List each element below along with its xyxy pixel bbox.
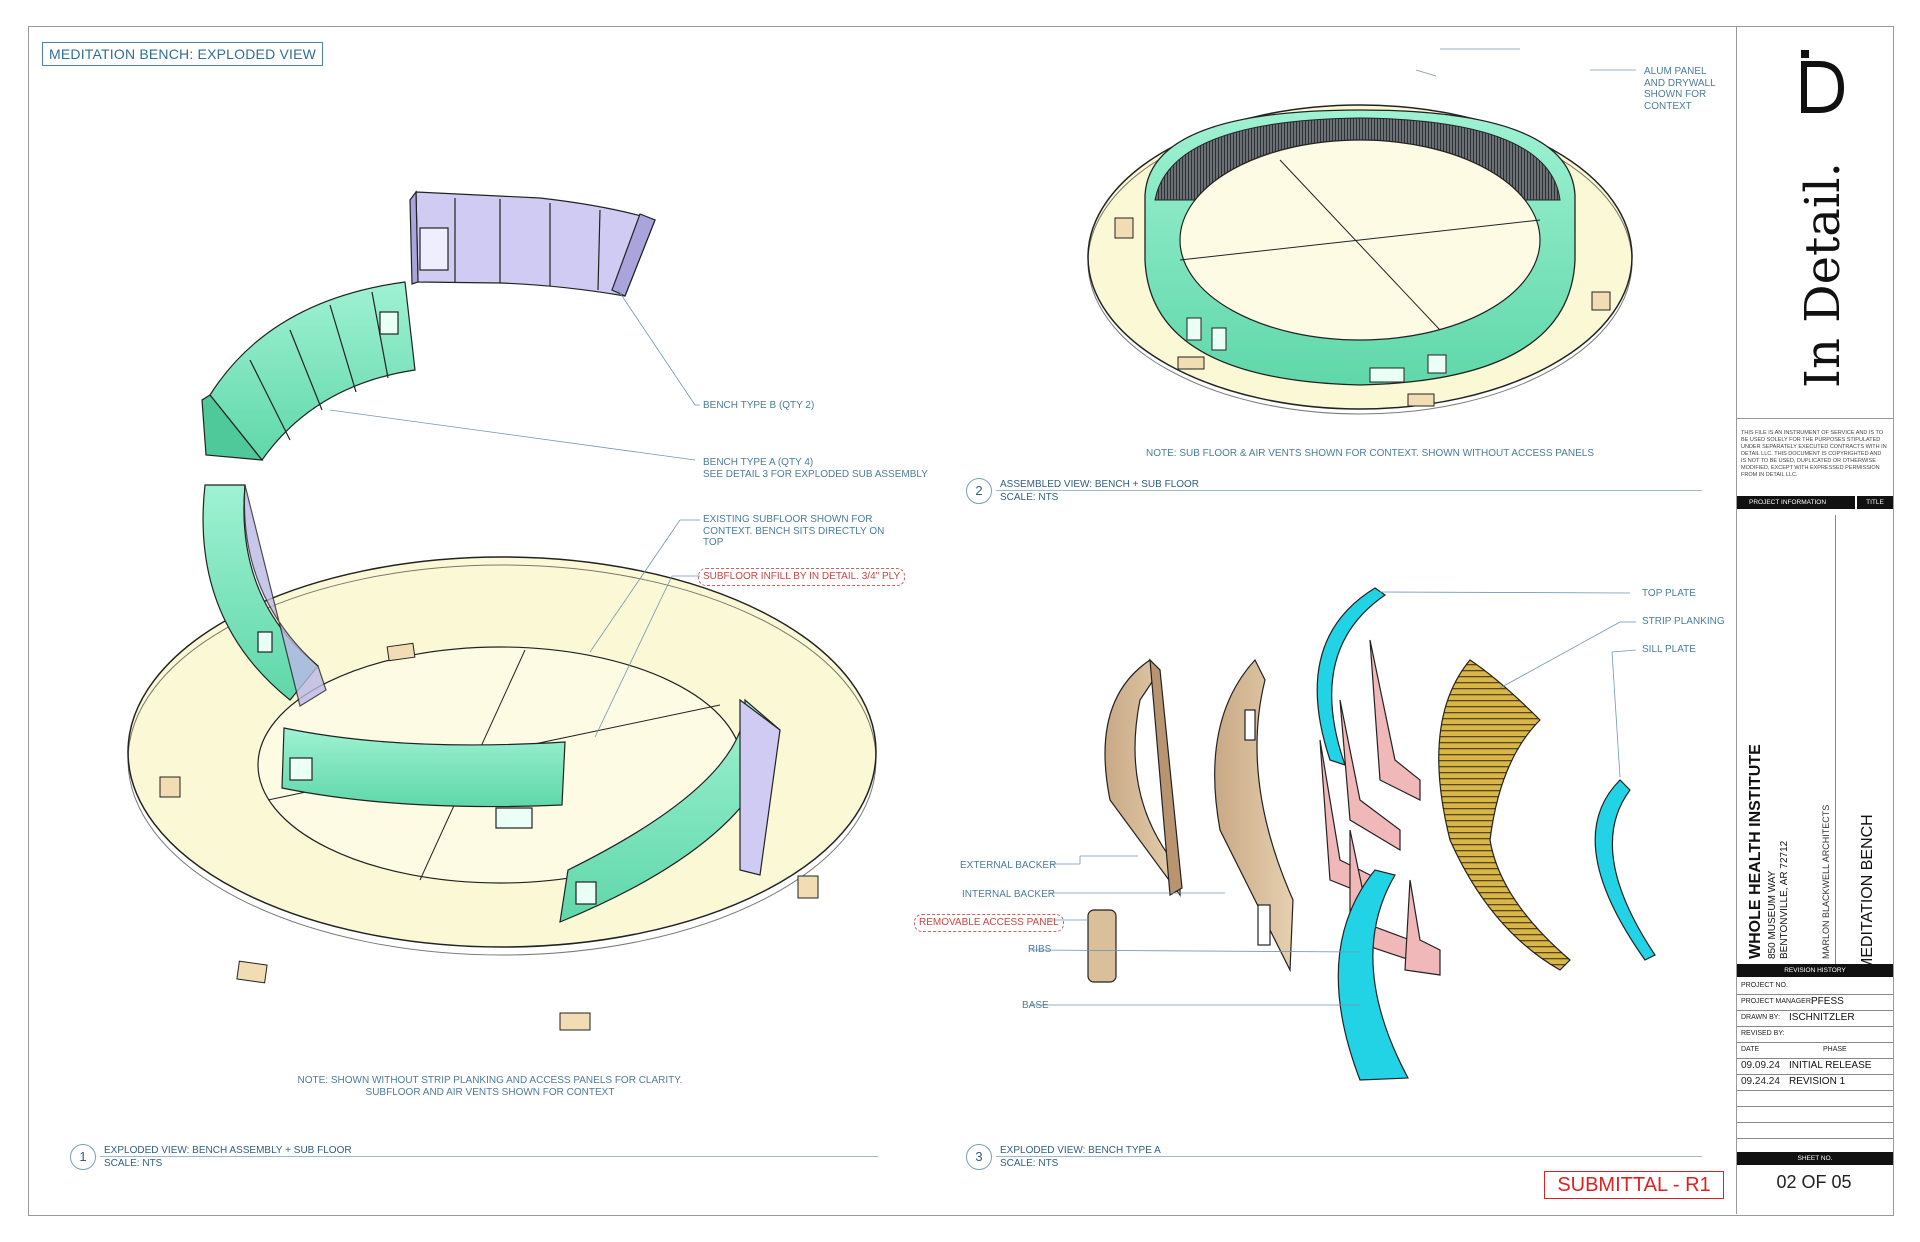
phase-column-label: PHASE — [1823, 1046, 1847, 1053]
air-vent — [236, 960, 268, 984]
callout-alum-line2: AND DRYWALL — [1644, 77, 1716, 89]
callout-internal-backer: INTERNAL BACKER — [962, 889, 1055, 900]
logo-wordmark: In Detail. — [1795, 162, 1851, 388]
project-name: WHOLE HEALTH INSTITUTE — [1747, 744, 1764, 959]
view1-label: EXPLODED VIEW: BENCH ASSEMBLY + SUB FLOO… — [104, 1144, 352, 1170]
revision-row-empty — [1737, 1090, 1893, 1107]
revision-history-header: REVISION HISTORY — [1737, 964, 1893, 977]
internal-backer — [1214, 658, 1294, 973]
sheet-no-header: SHEET NO. — [1737, 1152, 1893, 1165]
revision-phase: INITIAL RELEASE — [1789, 1060, 1872, 1071]
revision-row: 09.24.24 REVISION 1 — [1737, 1074, 1893, 1091]
view2-title-rule — [996, 490, 1702, 491]
callout-alum-line4: CONTEXT — [1644, 100, 1692, 112]
project-info-label: PROJECT INFORMATION — [1749, 499, 1827, 506]
view3-title-rule — [996, 1156, 1702, 1157]
revision-row-empty — [1737, 1122, 1893, 1139]
project-info-panel: WHOLE HEALTH INSTITUTE 850 MUSEUM WAY BE… — [1737, 511, 1893, 976]
title-block: In Detail. THIS FILE IS AN INSTRUMENT OF… — [1736, 26, 1893, 1214]
view2-number: 2 — [966, 478, 992, 504]
callout-removable-access-panel: REMOVABLE ACCESS PANEL — [914, 914, 1064, 932]
project-address-2: BENTONVILLE, AR 72712 — [1779, 840, 1790, 959]
sill-plate — [1594, 779, 1656, 961]
drawing-canvas — [127, 48, 1656, 1081]
callout-top-plate: TOP PLATE — [1642, 588, 1696, 599]
project-info-header: PROJECT INFORMATION — [1737, 496, 1855, 509]
revised-by-row: REVISED BY: — [1737, 1026, 1893, 1043]
callout-existing-subfloor: EXISTING SUBFLOOR SHOWN FOR CONTEXT. BEN… — [703, 514, 884, 549]
drawing-title: MEDITATION BENCH — [1859, 814, 1876, 971]
view1-drawing — [127, 190, 877, 1031]
callout-bench-type-a-line2: SEE DETAIL 3 FOR EXPLODED SUB ASSEMBLY — [703, 468, 928, 480]
architect-name: MARLON BLACKWELL ARCHITECTS — [1821, 804, 1831, 959]
view3-scale: SCALE: NTS — [1000, 1158, 1059, 1169]
revised-by-label: REVISED BY: — [1741, 1030, 1785, 1037]
project-manager-value: PFESS — [1811, 996, 1844, 1007]
callout-alum-panel: ALUM PANEL AND DRYWALL SHOWN FOR CONTEXT — [1644, 66, 1716, 112]
callout-subfloor-line2: CONTEXT. BENCH SITS DIRECTLY ON — [703, 525, 885, 537]
air-vent — [386, 642, 416, 662]
view1-number: 1 — [70, 1144, 96, 1170]
drawn-by-row: DRAWN BY: ISCHNITZLER — [1737, 1010, 1893, 1027]
strip-planking — [1438, 659, 1571, 971]
project-manager-row: PROJECT MANAGER: PFESS — [1737, 994, 1893, 1011]
project-manager-label: PROJECT MANAGER: — [1741, 998, 1813, 1005]
in-detail-logo-icon — [1801, 50, 1845, 113]
project-address-1: 850 MUSEUM WAY — [1767, 870, 1778, 959]
air-vent — [159, 776, 181, 798]
view1-note: NOTE: SHOWN WITHOUT STRIP PLANKING AND A… — [240, 1075, 740, 1099]
callout-subfloor-infill: SUBFLOOR INFILL BY IN DETAIL. 3/4" PLY — [698, 568, 906, 586]
revision-row: 09.09.24 INITIAL RELEASE — [1737, 1058, 1893, 1075]
air-vent — [797, 875, 819, 899]
project-no-row: PROJECT NO. — [1737, 978, 1893, 995]
view2-drawing — [1087, 104, 1633, 415]
callout-sill-plate: SILL PLATE — [1642, 644, 1696, 655]
title-header: TITLE — [1857, 496, 1893, 509]
callout-subfloor-line1: EXISTING SUBFLOOR SHOWN FOR — [703, 514, 873, 525]
view2-scale: SCALE: NTS — [1000, 492, 1059, 503]
project-no-label: PROJECT NO. — [1741, 982, 1788, 989]
removable-access-panel — [1087, 909, 1117, 983]
callout-bench-type-a: BENCH TYPE A (QTY 4) SEE DETAIL 3 FOR EX… — [703, 457, 928, 480]
view3-drawing — [1087, 587, 1656, 1081]
revision-date: 09.24.24 — [1741, 1076, 1780, 1087]
air-vent — [559, 1012, 591, 1031]
ribs — [1319, 639, 1441, 976]
revision-row-empty — [1737, 1106, 1893, 1123]
view2-note: NOTE: SUB FLOOR & AIR VENTS SHOWN FOR CO… — [1145, 448, 1595, 459]
bench-type-a-upper — [201, 281, 416, 461]
callout-ribs: RIBS — [1028, 944, 1052, 955]
view1-scale: SCALE: NTS — [104, 1158, 163, 1169]
drawn-by-label: DRAWN BY: — [1741, 1014, 1781, 1021]
callout-bench-type-a-line1: BENCH TYPE A (QTY 4) — [703, 457, 814, 468]
view1-title-rule — [100, 1156, 878, 1157]
sheet-number: 02 OF 05 — [1776, 1172, 1852, 1192]
view3-number: 3 — [966, 1144, 992, 1170]
revision-date: 09.09.24 — [1741, 1060, 1780, 1071]
view1-note-line1: NOTE: SHOWN WITHOUT STRIP PLANKING AND A… — [297, 1075, 683, 1086]
view3-label: EXPLODED VIEW: BENCH TYPE A SCALE: NTS — [1000, 1144, 1161, 1170]
callout-alum-line3: SHOWN FOR — [1644, 89, 1707, 100]
base — [1337, 869, 1409, 1081]
drawn-by-value: ISCHNITZLER — [1789, 1012, 1855, 1023]
title-block-logo: In Detail. — [1737, 26, 1893, 419]
view2-label: ASSEMBLED VIEW: BENCH + SUB FLOOR SCALE:… — [1000, 478, 1199, 504]
revision-phase: REVISION 1 — [1789, 1076, 1846, 1087]
callout-strip-planking: STRIP PLANKING — [1642, 616, 1725, 627]
submittal-stamp: SUBMITTAL - R1 — [1544, 1171, 1724, 1199]
callout-subfloor-line3: TOP — [703, 537, 724, 548]
view1-note-line2: SUBFLOOR AND AIR VENTS SHOWN FOR CONTEXT — [365, 1087, 615, 1098]
callout-base: BASE — [1022, 1000, 1049, 1011]
callout-external-backer: EXTERNAL BACKER — [960, 860, 1057, 871]
callout-alum-line1: ALUM PANEL — [1644, 66, 1707, 77]
date-column-label: DATE — [1741, 1046, 1760, 1053]
disclaimer-text: THIS FILE IS AN INSTRUMENT OF SERVICE AN… — [1741, 430, 1887, 478]
bench-type-b — [409, 190, 656, 297]
callout-bench-type-b: BENCH TYPE B (QTY 2) — [703, 400, 815, 411]
revision-columns-row: DATE PHASE — [1737, 1042, 1893, 1059]
